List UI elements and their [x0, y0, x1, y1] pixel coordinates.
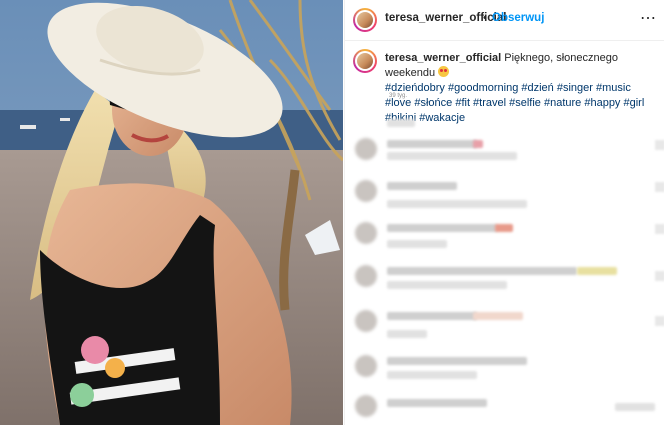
caption-username[interactable]: teresa_werner_official	[385, 52, 501, 64]
blurred-comment	[345, 355, 664, 385]
header-username[interactable]: teresa_werner_official	[385, 12, 506, 24]
blurred-comment	[345, 138, 664, 168]
follow-button[interactable]: Obserwuj	[492, 12, 544, 24]
heart-eyes-emoji-icon	[438, 66, 450, 77]
blurred-comment	[345, 310, 664, 340]
blurred-comment	[345, 180, 664, 210]
separator-dot: •	[483, 12, 487, 24]
post-header: teresa_werner_official • Obserwuj ⋯	[345, 0, 664, 41]
blurred-comment	[345, 395, 664, 425]
blurred-comment	[345, 222, 664, 252]
avatar[interactable]	[353, 8, 377, 32]
blurred-comment	[345, 265, 664, 295]
more-horizontal-icon[interactable]: ⋯	[640, 8, 657, 28]
post-sidebar: teresa_werner_official • Obserwuj ⋯ tere…	[344, 0, 664, 425]
post-photo	[0, 0, 343, 425]
caption-avatar[interactable]	[353, 49, 377, 73]
caption-timestamp: 39 tyg.	[389, 93, 408, 99]
